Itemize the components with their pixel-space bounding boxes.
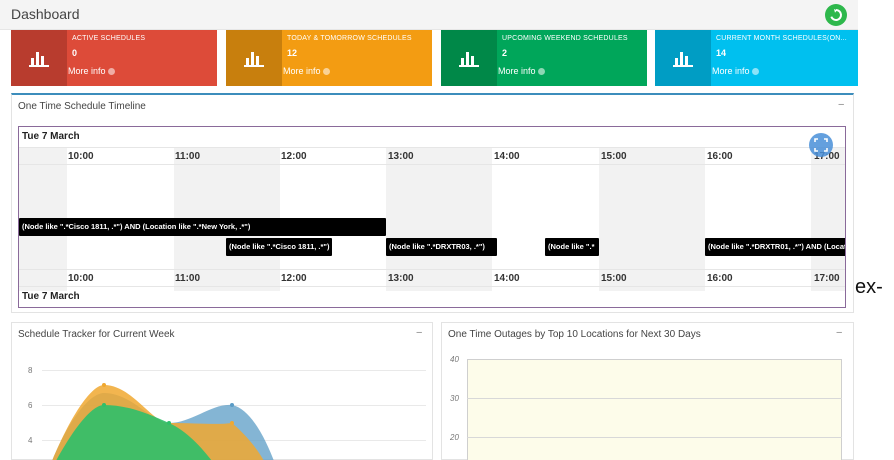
timeline-hour: 14:00: [494, 273, 520, 284]
timeline-hour: 13:00: [388, 273, 414, 284]
tracker-panel: Schedule Tracker for Current Week − 8 6 …: [11, 322, 433, 460]
timeline-item[interactable]: (Node like ".*DRXTR01, .*") AND (Locatio…: [705, 238, 845, 256]
timeline-hour: 16:00: [707, 151, 733, 162]
bar-chart-icon: [226, 30, 282, 86]
more-info-label: More info: [498, 66, 536, 76]
outages-title: One Time Outages by Top 10 Locations for…: [448, 329, 701, 340]
timeline-date-bottom: Tue 7 March: [22, 291, 80, 302]
info-box-today-tomorrow[interactable]: TODAY & TOMORROW SCHEDULES 12 More info: [226, 30, 432, 86]
more-info-link[interactable]: More info: [498, 66, 545, 76]
info-box-label: UPCOMING WEEKEND SCHEDULES: [502, 35, 628, 42]
arrow-circle-icon: [751, 68, 759, 76]
outages-y-tick: 40: [450, 355, 459, 364]
data-point: [230, 421, 234, 425]
timeline-hour: 12:00: [281, 151, 307, 162]
timeline-hour: 10:00: [68, 273, 94, 284]
side-text: ex-: [855, 276, 883, 298]
arrow-circle-icon: [322, 68, 330, 76]
gridline: [467, 437, 842, 438]
timeline-hour: 10:00: [68, 151, 94, 162]
timeline-hour: 15:00: [601, 273, 627, 284]
refresh-icon: [830, 9, 842, 21]
timeline-chart[interactable]: Tue 7 March 10:00 11:00 12:00 13:00 14:0…: [18, 126, 846, 308]
info-box-label: ACTIVE SCHEDULES: [72, 35, 146, 42]
timeline-hour-row-top: 10:00 11:00 12:00 13:00 14:00 15:00 16:0…: [19, 147, 845, 165]
outages-y-tick: 20: [450, 433, 459, 442]
info-box-label: TODAY & TOMORROW SCHEDULES: [287, 35, 412, 42]
timeline-item[interactable]: (Node like ".*DRXTR03, .*"): [386, 238, 497, 256]
more-info-link[interactable]: More info: [283, 66, 330, 76]
info-box-active[interactable]: ACTIVE SCHEDULES 0 More info: [11, 30, 217, 86]
data-point: [230, 403, 234, 407]
timeline-item[interactable]: (Node like ".*Cisco 1811, .*"): [226, 238, 332, 256]
timeline-item[interactable]: (Node like ".*: [545, 238, 599, 256]
timeline-hour: 11:00: [175, 273, 201, 284]
outages-collapse-button[interactable]: −: [836, 327, 842, 339]
data-point: [167, 421, 171, 425]
more-info-label: More info: [68, 66, 106, 76]
refresh-button[interactable]: [825, 4, 847, 26]
info-box-current-month[interactable]: CURRENT MONTH SCHEDULES(ON... 14 More in…: [655, 30, 858, 86]
info-box-count: 12: [287, 48, 298, 58]
timeline-collapse-button[interactable]: −: [838, 99, 844, 111]
info-box-label: CURRENT MONTH SCHEDULES(ON...: [716, 35, 847, 42]
bar-chart-icon: [11, 30, 67, 86]
bar-chart-icon: [655, 30, 711, 86]
more-info-link[interactable]: More info: [68, 66, 115, 76]
arrow-circle-icon: [537, 68, 545, 76]
info-box-count: 2: [502, 48, 508, 58]
timeline-hour: 17:00: [814, 273, 840, 284]
more-info-label: More info: [283, 66, 321, 76]
timeline-hour: 12:00: [281, 273, 307, 284]
timeline-title: One Time Schedule Timeline: [18, 101, 146, 112]
bar-chart-icon: [441, 30, 497, 86]
timeline-hour: 14:00: [494, 151, 520, 162]
timeline-item[interactable]: (Node like ".*Cisco 1811, .*") AND (Loca…: [19, 218, 386, 236]
timeline-hour: 16:00: [707, 273, 733, 284]
more-info-link[interactable]: More info: [712, 66, 759, 76]
timeline-hour: 13:00: [388, 151, 414, 162]
info-box-count: 14: [716, 48, 727, 58]
arrow-circle-icon: [107, 68, 115, 76]
outages-y-tick: 30: [450, 394, 459, 403]
timeline-date-top: Tue 7 March: [22, 131, 80, 142]
timeline-zoom-button[interactable]: [809, 133, 833, 157]
timeline-hour: 11:00: [175, 151, 201, 162]
timeline-hour-row-bottom: 10:00 11:00 12:00 13:00 14:00 15:00 16:0…: [19, 269, 845, 287]
gridline: [467, 398, 842, 399]
info-box-count: 0: [72, 48, 78, 58]
outages-panel: One Time Outages by Top 10 Locations for…: [441, 322, 854, 460]
tracker-area-chart[interactable]: [12, 323, 434, 460]
info-box-weekend[interactable]: UPCOMING WEEKEND SCHEDULES 2 More info: [441, 30, 647, 86]
data-point: [102, 383, 106, 387]
timeline-hour: 15:00: [601, 151, 627, 162]
outages-plot-area[interactable]: [467, 359, 842, 460]
data-point: [102, 403, 106, 407]
more-info-label: More info: [712, 66, 750, 76]
page-title: Dashboard: [11, 6, 80, 22]
dashboard-header: Dashboard: [0, 0, 858, 30]
expand-icon: [814, 138, 828, 152]
